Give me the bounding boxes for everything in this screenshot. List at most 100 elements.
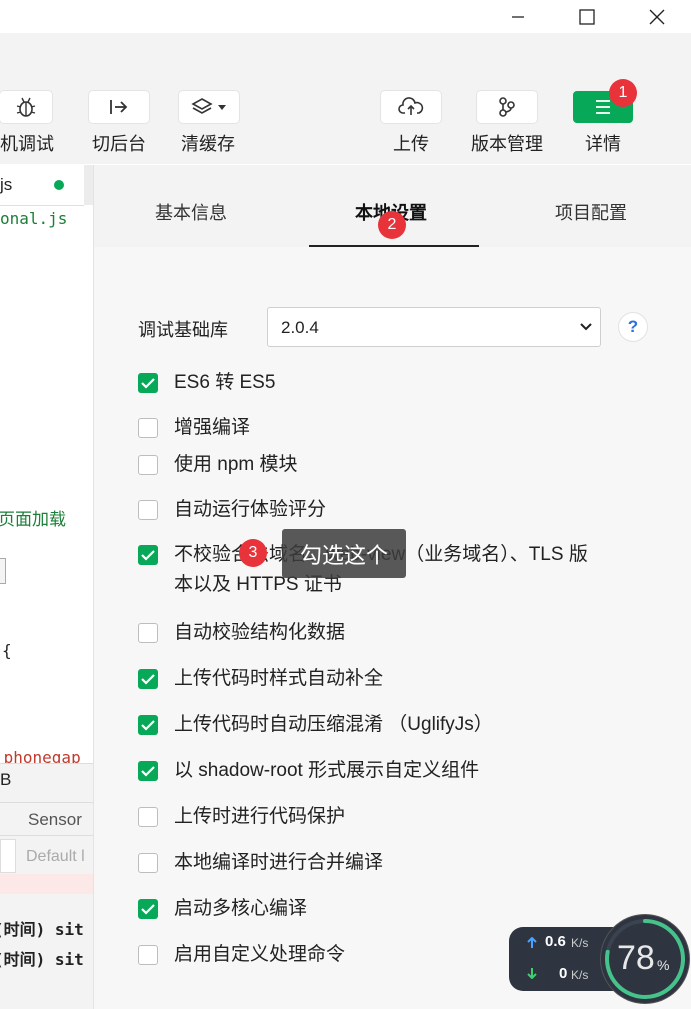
download-unit: K/s xyxy=(571,968,589,982)
details-label: 详情 xyxy=(585,134,621,154)
checkbox-checked[interactable] xyxy=(138,373,158,393)
option-row[interactable]: 增强编译 xyxy=(138,417,250,442)
check-icon xyxy=(141,720,155,731)
annotation-badge-2: 2 xyxy=(378,211,406,239)
checkbox-checked[interactable] xyxy=(138,761,158,781)
download-arrow-icon xyxy=(527,968,537,979)
branch-icon xyxy=(499,97,515,117)
option-row[interactable]: 本地编译时进行合并编译 xyxy=(138,852,383,877)
help-icon[interactable]: ? xyxy=(619,313,647,341)
gauge-percent-sign: % xyxy=(657,957,670,973)
log-row: (时间) sit xyxy=(0,950,84,969)
debug-tab-bar: Sensor xyxy=(0,802,93,836)
option-label: 上传代码时样式自动补全 xyxy=(174,668,384,689)
filter-box[interactable] xyxy=(0,839,16,873)
editor-scroll-marker xyxy=(0,558,6,584)
maximize-icon[interactable] xyxy=(564,0,610,33)
clear-cache-button[interactable] xyxy=(179,91,239,123)
option-row[interactable]: 使用 npm 模块 xyxy=(138,454,298,479)
check-icon xyxy=(141,674,155,685)
checkbox-unchecked[interactable] xyxy=(138,623,158,643)
check-icon xyxy=(141,766,155,777)
debug-button[interactable] xyxy=(0,91,52,123)
bug-icon xyxy=(16,97,36,117)
option-row[interactable]: 以 shadow-root 形式展示自定义组件 xyxy=(138,760,479,785)
upload-arrow-icon xyxy=(527,937,537,948)
file-tab-label: js xyxy=(0,175,13,194)
option-row[interactable]: 自动运行体验评分 xyxy=(138,499,326,524)
checkbox-unchecked[interactable] xyxy=(138,945,158,965)
debug-panel: B Sensor Default l (时间) sit (时间) sit xyxy=(0,763,93,1009)
option-label: 自动运行体验评分 xyxy=(174,499,327,520)
toolbar: 真机调试 切后台 清缓存 上传 xyxy=(0,33,691,164)
option-row[interactable]: ES6 转 ES5 xyxy=(138,372,275,397)
option-label: 上传时进行代码保护 xyxy=(174,806,346,827)
option-label: 增强编译 xyxy=(174,417,251,438)
exit-arrow-icon xyxy=(110,100,128,114)
checkbox-unchecked[interactable] xyxy=(138,455,158,475)
option-label: ES6 转 ES5 xyxy=(174,372,276,393)
tab-separator xyxy=(84,165,93,205)
checkbox-unchecked[interactable] xyxy=(138,418,158,438)
code-comment: 页面加载 xyxy=(0,510,66,530)
upload-label: 上传 xyxy=(393,134,429,154)
details-panel: 基本信息 本地设置 项目配置 2 调试基础库 2.0.4 ? ES6 转 ES5… xyxy=(93,165,691,1009)
checkbox-checked[interactable] xyxy=(138,715,158,735)
unsaved-dot-icon xyxy=(54,180,64,190)
checkbox-unchecked[interactable] xyxy=(138,807,158,827)
chevron-down-icon xyxy=(580,323,592,331)
code-line: onal.js xyxy=(0,209,68,228)
option-row[interactable]: 自动校验结构化数据 xyxy=(138,622,345,647)
option-row[interactable]: 上传代码时样式自动补全 xyxy=(138,668,383,693)
option-label: 启动多核心编译 xyxy=(174,898,308,919)
option-row[interactable]: 启动多核心编译 xyxy=(138,898,307,923)
version-label: 版本管理 xyxy=(471,134,543,154)
tab-basic-info[interactable]: 基本信息 xyxy=(155,199,227,225)
code-line: { xyxy=(2,641,12,660)
sensor-tab[interactable]: Sensor xyxy=(28,810,82,830)
option-row[interactable]: 上传时进行代码保护 xyxy=(138,806,345,831)
debug-panel-title: B xyxy=(0,770,12,789)
checkbox-checked[interactable] xyxy=(138,899,158,919)
debug-lib-label: 调试基础库 xyxy=(138,320,228,340)
background-label: 切后台 xyxy=(92,134,146,154)
background-button[interactable] xyxy=(89,91,149,123)
option-label: 本地编译时进行合并编译 xyxy=(174,852,384,873)
cloud-upload-icon xyxy=(398,97,424,115)
check-icon xyxy=(141,550,155,561)
annotation-badge-3: 3 xyxy=(239,539,267,567)
close-icon[interactable] xyxy=(634,0,680,33)
option-row[interactable]: 上传代码时自动压缩混淆 （UglifyJs） xyxy=(138,714,493,739)
option-label: 以 shadow-root 形式展示自定义组件 xyxy=(174,760,480,781)
filter-level[interactable]: Default l xyxy=(26,848,85,866)
memory-gauge[interactable]: 78 % xyxy=(601,915,689,1003)
gauge-percent: 78 xyxy=(617,939,655,977)
layers-icon xyxy=(191,98,213,114)
check-icon xyxy=(141,378,155,389)
checkbox-checked[interactable] xyxy=(138,669,158,689)
code-editor[interactable]: js onal.js 页面加载 { .phonegap B Sensor Def… xyxy=(0,165,93,1009)
debug-label: 真机调试 xyxy=(0,134,54,154)
check-icon xyxy=(141,904,155,915)
option-row[interactable]: 启用自定义处理命令 xyxy=(138,944,345,969)
editor-file-tab[interactable]: js xyxy=(0,165,84,206)
debug-lib-select[interactable]: 2.0.4 xyxy=(267,307,601,347)
upload-button[interactable] xyxy=(381,91,441,123)
minimize-icon[interactable] xyxy=(495,0,541,33)
active-tab-underline xyxy=(309,245,479,247)
dropdown-arrow-icon xyxy=(218,105,226,110)
title-bar xyxy=(0,0,691,33)
option-label: 启用自定义处理命令 xyxy=(174,944,346,965)
error-row xyxy=(0,874,93,894)
checkbox-unchecked[interactable] xyxy=(138,853,158,873)
annotation-badge-1: 1 xyxy=(609,79,637,107)
debug-lib-value: 2.0.4 xyxy=(281,318,319,337)
instruction-tooltip: 勾选这个 xyxy=(282,529,406,578)
checkbox-checked[interactable] xyxy=(138,545,158,565)
details-tab-bar: 基本信息 本地设置 项目配置 2 xyxy=(94,165,691,247)
tab-project-config[interactable]: 项目配置 xyxy=(555,199,627,225)
upload-speed: 0.6 xyxy=(545,933,566,950)
checkbox-unchecked[interactable] xyxy=(138,500,158,520)
version-button[interactable] xyxy=(477,91,537,123)
option-label: 使用 npm 模块 xyxy=(174,454,298,475)
